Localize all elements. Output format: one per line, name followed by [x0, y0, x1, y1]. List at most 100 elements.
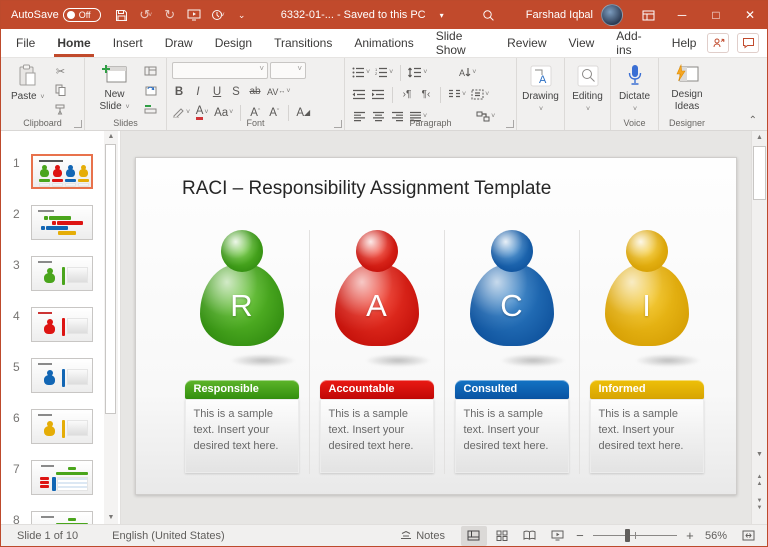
text-direction-icon[interactable]: A ˅	[458, 65, 476, 81]
tab-draw[interactable]: Draw	[154, 29, 204, 57]
font-dialog-launcher-icon[interactable]	[334, 120, 342, 128]
slide-title[interactable]: RACI – Responsibility Assignment Templat…	[182, 178, 551, 200]
font-name-combobox[interactable]	[172, 62, 268, 79]
ribbon-display-options-icon[interactable]	[631, 1, 665, 29]
zoom-in-button[interactable]: +	[683, 528, 697, 543]
banner-responsible[interactable]: Responsible	[184, 380, 299, 399]
zoom-slider[interactable]	[592, 529, 677, 542]
format-painter-icon[interactable]	[51, 101, 69, 117]
text-accountable[interactable]: This is a sample text. Insert your desir…	[319, 399, 434, 473]
share-button[interactable]	[707, 33, 730, 53]
main-scrollbar[interactable]: ▲ ▼ ▲ ▲ ▼ ▼	[751, 131, 767, 524]
banner-informed[interactable]: Informed	[589, 380, 704, 399]
dictate-button[interactable]: Dictate ˅	[614, 61, 655, 117]
scroll-up-icon[interactable]: ▲	[752, 131, 767, 145]
thumbnail-preview[interactable]	[31, 154, 93, 189]
text-responsible[interactable]: This is a sample text. Insert your desir…	[184, 399, 299, 473]
slideshow-view-button[interactable]	[545, 526, 571, 546]
tab-help[interactable]: Help	[661, 29, 708, 57]
tab-home[interactable]: Home	[46, 29, 101, 57]
character-spacing-button[interactable]: AV ↔ ˅	[267, 84, 290, 100]
scrollbar-thumb[interactable]	[753, 146, 766, 200]
collapse-ribbon-icon[interactable]: ⌃	[749, 115, 757, 126]
section-icon[interactable]	[141, 101, 159, 117]
tab-transitions[interactable]: Transitions	[263, 29, 343, 57]
notes-button[interactable]: Notes	[400, 530, 445, 542]
redo-icon[interactable]: ↻	[159, 4, 181, 26]
normal-view-button[interactable]	[460, 525, 487, 546]
new-slide-button[interactable]: New Slide ˅	[90, 61, 139, 119]
minimize-button[interactable]: ─	[665, 1, 699, 29]
figure-consulted[interactable]: C	[444, 222, 579, 376]
thumbnail-preview[interactable]	[31, 307, 93, 342]
paste-button[interactable]: Paste ˅	[6, 61, 49, 119]
clipboard-dialog-launcher-icon[interactable]	[74, 120, 82, 128]
thumbnail-preview[interactable]	[31, 511, 93, 524]
cut-icon[interactable]: ✂	[51, 63, 69, 79]
thumbnail-scrollbar[interactable]: ▲ ▼	[104, 131, 118, 524]
previous-slide-icon[interactable]: ▲ ▲	[752, 472, 767, 488]
banner-accountable[interactable]: Accountable	[319, 380, 434, 399]
thumbnail-preview[interactable]	[31, 409, 93, 444]
zoom-out-button[interactable]: −	[573, 528, 587, 543]
touch-mouse-mode-icon[interactable]: ˅	[207, 4, 229, 26]
text-consulted[interactable]: This is a sample text. Insert your desir…	[454, 399, 569, 473]
tab-insert[interactable]: Insert	[102, 29, 154, 57]
autosave-toggle[interactable]: Off	[62, 8, 101, 22]
zoom-slider-thumb[interactable]	[624, 529, 630, 542]
ltr-paragraph-icon[interactable]: ›¶	[400, 87, 414, 103]
align-text-icon[interactable]: ˅	[471, 87, 489, 103]
scroll-down-icon[interactable]: ▼	[104, 512, 118, 524]
next-slide-icon[interactable]: ▼ ▼	[752, 496, 767, 512]
rtl-paragraph-icon[interactable]: ¶‹	[419, 87, 433, 103]
figure-accountable[interactable]: A	[309, 222, 444, 376]
paragraph-dialog-launcher-icon[interactable]	[506, 120, 514, 128]
decrease-indent-icon[interactable]	[352, 87, 366, 103]
tab-add-ins[interactable]: Add-ins	[605, 29, 661, 57]
text-informed[interactable]: This is a sample text. Insert your desir…	[589, 399, 704, 473]
doc-title-chevron-icon[interactable]: ▾	[440, 11, 444, 20]
bold-button[interactable]: B	[172, 84, 186, 100]
tab-file[interactable]: File	[5, 29, 46, 57]
start-slideshow-icon[interactable]	[183, 4, 205, 26]
tab-design[interactable]: Design	[204, 29, 263, 57]
zoom-level[interactable]: 56%	[705, 530, 727, 542]
drawing-button[interactable]: A Drawing ˅	[517, 61, 564, 117]
line-spacing-icon[interactable]: ˅	[408, 65, 427, 81]
italic-button[interactable]: I	[191, 84, 205, 100]
fit-slide-to-window-icon[interactable]	[735, 526, 761, 546]
thumbnail-preview[interactable]	[31, 460, 93, 495]
scroll-up-icon[interactable]: ▲	[104, 131, 118, 143]
underline-button[interactable]: U	[210, 84, 224, 100]
slide-indicator[interactable]: Slide 1 of 10	[17, 530, 78, 542]
thumbnail-preview[interactable]	[31, 256, 93, 291]
design-ideas-button[interactable]: Design Ideas	[664, 61, 710, 116]
reading-view-button[interactable]	[517, 526, 543, 546]
save-icon[interactable]	[111, 4, 133, 26]
strikethrough-button[interactable]: ab	[248, 84, 262, 100]
numbering-icon[interactable]: 1 2 ˅	[375, 65, 393, 81]
columns-icon[interactable]: ˅	[448, 87, 466, 103]
banner-consulted[interactable]: Consulted	[454, 380, 569, 399]
tab-slide-show[interactable]: Slide Show	[425, 29, 496, 57]
user-name[interactable]: Farshad Iqbal	[526, 9, 593, 21]
copy-icon[interactable]	[51, 82, 69, 98]
thumbnail-preview[interactable]	[31, 205, 93, 240]
raci-column-consulted[interactable]: C Consulted This is a sample text. Inser…	[444, 222, 579, 484]
maximize-button[interactable]: □	[699, 1, 733, 29]
slide-layout-icon[interactable]	[141, 63, 159, 79]
editing-button[interactable]: Editing ˅	[567, 61, 608, 117]
slide-sorter-view-button[interactable]	[489, 526, 515, 546]
avatar[interactable]	[601, 4, 623, 26]
thumbnail-preview[interactable]	[31, 358, 93, 393]
figure-informed[interactable]: I	[579, 222, 714, 376]
tab-review[interactable]: Review	[496, 29, 557, 57]
raci-column-informed[interactable]: I Informed This is a sample text. Insert…	[579, 222, 714, 484]
raci-column-responsible[interactable]: R Responsible This is a sample text. Ins…	[174, 222, 309, 484]
language-indicator[interactable]: English (United States)	[112, 530, 225, 542]
scroll-down-icon[interactable]: ▼	[752, 448, 767, 462]
tab-view[interactable]: View	[558, 29, 606, 57]
customize-qat-icon[interactable]: ⌄	[231, 4, 253, 26]
comments-button[interactable]	[737, 33, 760, 53]
tab-animations[interactable]: Animations	[343, 29, 424, 57]
